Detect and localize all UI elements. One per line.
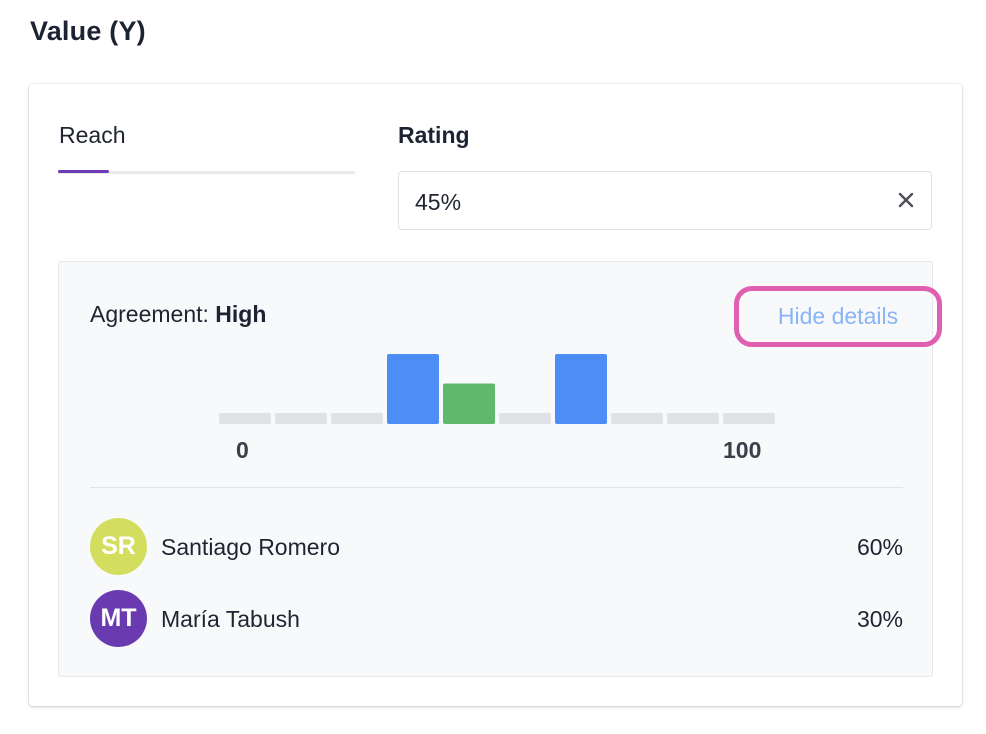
person-name: Santiago Romero xyxy=(161,534,340,560)
value-card: Reach Rating 45% Agreement: High Hide de… xyxy=(29,84,962,706)
tab-active-indicator xyxy=(58,170,109,173)
chart-bar-5 xyxy=(499,413,551,424)
tick-label-min: 0 xyxy=(236,437,249,463)
tab-reach[interactable]: Reach xyxy=(59,122,125,149)
divider xyxy=(90,487,903,488)
rating-label: Rating xyxy=(398,122,470,148)
agreement-text: Agreement: High xyxy=(90,301,266,328)
person-value: 30% xyxy=(856,606,903,632)
person-value: 60% xyxy=(856,534,903,560)
chart-bar-1 xyxy=(275,413,327,424)
distribution-chart xyxy=(219,354,775,424)
close-icon[interactable] xyxy=(893,187,919,213)
chart-bar-0 xyxy=(219,413,271,424)
hide-details-button[interactable]: Hide details xyxy=(734,286,942,347)
tick-label-max: 100 xyxy=(723,437,762,463)
avatar: SR xyxy=(90,518,147,575)
avatar: MT xyxy=(90,590,147,647)
details-panel: Agreement: High Hide details 0 100 SR Sa… xyxy=(58,261,942,677)
chart-bar-9 xyxy=(723,413,775,424)
agreement-prefix: Agreement: xyxy=(90,301,216,327)
list-item: SR Santiago Romero 60% xyxy=(90,518,903,576)
hide-details-label[interactable]: Hide details xyxy=(778,303,898,330)
chart-bar-7 xyxy=(611,413,663,424)
chart-bar-4 xyxy=(443,383,495,424)
rating-input[interactable]: 45% xyxy=(398,171,932,230)
chart-bar-6 xyxy=(555,354,607,424)
chart-bar-8 xyxy=(667,413,719,424)
list-item: MT María Tabush 30% xyxy=(90,590,903,648)
chart-bar-2 xyxy=(331,413,383,424)
rating-value[interactable]: 45% xyxy=(415,189,461,216)
section-title: Value (Y) xyxy=(30,16,146,46)
chart-bar-3 xyxy=(387,354,439,424)
agreement-level: High xyxy=(215,301,267,327)
person-name: María Tabush xyxy=(161,606,300,632)
